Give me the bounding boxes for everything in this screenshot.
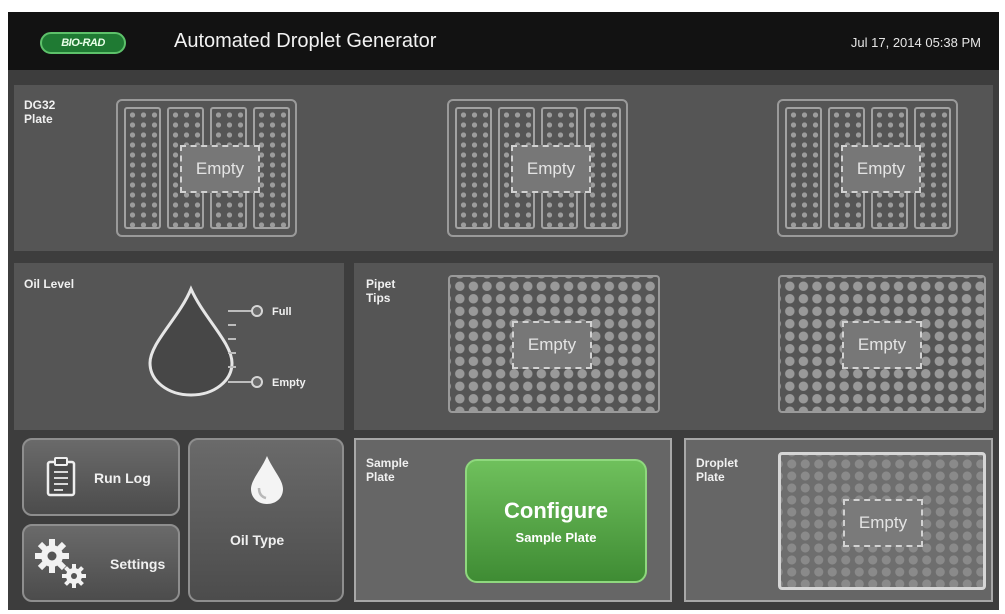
gears-icon: [35, 539, 86, 588]
droplet-plate-wells[interactable]: Empty: [778, 452, 986, 590]
droplet-plate-label: Droplet Plate: [696, 456, 738, 484]
pipet-tips-panel: Pipet Tips Empty Empty: [354, 263, 993, 430]
logo-text: BIO-RAD: [61, 37, 105, 49]
cartridge-column: [124, 107, 161, 229]
configure-title: Configure: [504, 497, 608, 523]
run-log-button[interactable]: Run Log: [22, 438, 180, 516]
sample-plate-label: Sample Plate: [366, 456, 409, 484]
droplet-plate-status-badge: Empty: [843, 499, 923, 547]
tip-box-status-badge: Empty: [842, 321, 922, 369]
date-time: Jul 17, 2014 05:38 PM: [850, 35, 981, 50]
cartridge-column: [455, 107, 492, 229]
oil-drop-gauge: [148, 285, 263, 397]
full-marker-icon: [251, 305, 263, 317]
bio-rad-logo: BIO-RAD: [40, 32, 126, 54]
oil-drop-icon: [251, 456, 283, 504]
settings-label: Settings: [110, 556, 166, 572]
settings-button[interactable]: Settings: [22, 524, 180, 602]
cartridge-status-badge: Empty: [841, 145, 921, 193]
title-bar: BIO-RAD Automated Droplet Generator Jul …: [8, 12, 999, 70]
dg32-plate-label: DG32 Plate: [24, 98, 56, 126]
cartridge-status-badge: Empty: [180, 145, 260, 193]
dg32-cartridge-2[interactable]: Empty: [447, 99, 628, 237]
configure-subtitle: Sample Plate: [515, 529, 597, 545]
oil-drop-icon: [148, 285, 234, 397]
clipboard-icon: [46, 457, 76, 497]
oil-type-label: Oil Type: [230, 532, 285, 548]
cartridge-status-badge: Empty: [511, 145, 591, 193]
cartridge-column: [785, 107, 822, 229]
configure-sample-plate-button[interactable]: Configure Sample Plate: [465, 459, 647, 583]
adg-screen: BIO-RAD Automated Droplet Generator Jul …: [8, 12, 999, 610]
oil-full-label: Full: [272, 306, 292, 318]
oil-empty-label: Empty: [272, 377, 306, 389]
tip-box-2[interactable]: Empty: [778, 275, 986, 413]
run-log-label: Run Log: [94, 470, 151, 486]
empty-marker-icon: [251, 376, 263, 388]
dg32-plate-panel: DG32 Plate Empty Empty Empty: [14, 85, 993, 251]
app-title: Automated Droplet Generator: [174, 30, 437, 52]
oil-level-panel: Oil Level Full Empty: [14, 263, 344, 430]
tip-box-1[interactable]: Empty: [448, 275, 660, 413]
pipet-tips-label: Pipet Tips: [366, 277, 396, 305]
dg32-cartridge-3[interactable]: Empty: [777, 99, 958, 237]
droplet-plate-panel: Droplet Plate Empty: [684, 438, 993, 602]
oil-type-button[interactable]: Oil Type: [188, 438, 344, 602]
tip-box-status-badge: Empty: [512, 321, 592, 369]
dg32-cartridge-1[interactable]: Empty: [116, 99, 297, 237]
